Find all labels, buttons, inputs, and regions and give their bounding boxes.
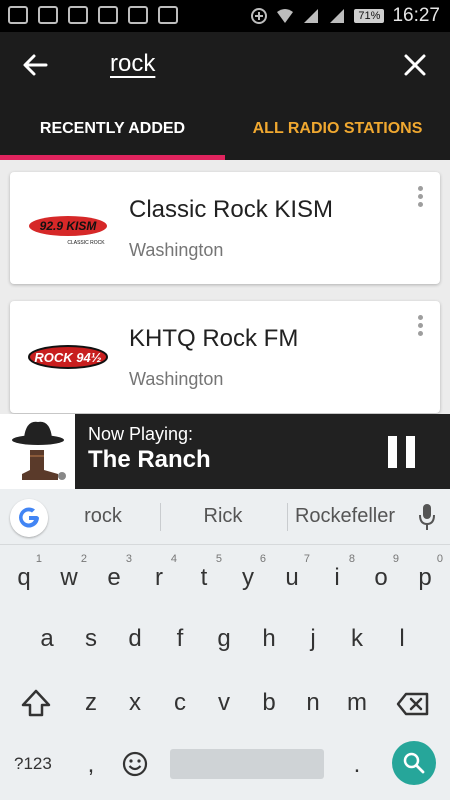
shift-icon[interactable] xyxy=(20,688,52,718)
key-k[interactable]: k xyxy=(335,617,379,661)
key-h[interactable]: h xyxy=(247,617,291,661)
station-card[interactable]: ROCK 94½ KHTQ Rock FM Washington xyxy=(10,301,440,413)
now-playing-bar[interactable]: Now Playing: The Ranch xyxy=(0,414,450,489)
email-icon xyxy=(8,6,28,24)
tab-bar: RECENTLY ADDED ALL RADIO STATIONS xyxy=(0,98,450,160)
key-l[interactable]: l xyxy=(380,617,424,661)
key-i[interactable]: i8 xyxy=(315,553,359,600)
signal-2-icon xyxy=(330,9,345,23)
more-options-icon[interactable] xyxy=(418,315,424,337)
mic-icon[interactable] xyxy=(418,503,436,531)
key-o[interactable]: o9 xyxy=(359,553,403,600)
now-playing-title: The Ranch xyxy=(88,446,211,473)
now-playing-label: Now Playing: xyxy=(88,424,194,444)
keyboard-search-button[interactable] xyxy=(392,741,436,785)
key-n[interactable]: n xyxy=(291,681,335,725)
suggestion-strip: rock Rick Rockefeller xyxy=(0,489,450,545)
station-logo-subtext: CLASSIC ROCK xyxy=(67,240,105,246)
key-q[interactable]: q1 xyxy=(2,553,46,600)
close-icon[interactable] xyxy=(400,50,430,80)
status-bar: 71% 16:27 xyxy=(0,0,450,32)
tab-recently-added[interactable]: RECENTLY ADDED xyxy=(0,98,225,160)
key-comma[interactable]: , xyxy=(69,743,113,787)
suggestion-divider xyxy=(287,503,288,531)
space-bar[interactable] xyxy=(170,749,324,779)
key-s[interactable]: s xyxy=(69,617,113,661)
google-icon[interactable] xyxy=(10,499,48,537)
station-list: 92.9 KISM CLASSIC ROCK Classic Rock KISM… xyxy=(0,160,450,414)
station-logo-text: 92.9 KISM xyxy=(40,219,98,233)
alert-icon xyxy=(38,6,58,24)
search-toolbar: rock xyxy=(0,32,450,98)
key-f[interactable]: f xyxy=(158,617,202,661)
key-x[interactable]: x xyxy=(113,681,157,725)
data-saver-icon xyxy=(251,8,268,24)
key-y[interactable]: y6 xyxy=(226,553,270,600)
station-location: Washington xyxy=(129,240,224,260)
backspace-icon[interactable] xyxy=(396,692,430,716)
key-p[interactable]: p0 xyxy=(403,553,447,600)
emoji-icon[interactable] xyxy=(122,751,148,777)
suggestion-item[interactable]: rock xyxy=(62,505,144,528)
key-m[interactable]: m xyxy=(335,681,379,725)
key-period[interactable]: . xyxy=(335,743,379,787)
key-j[interactable]: j xyxy=(291,617,335,661)
key-z[interactable]: z xyxy=(69,681,113,725)
image-icon xyxy=(98,6,118,24)
station-location: Washington xyxy=(129,369,224,389)
key-w[interactable]: w2 xyxy=(47,553,91,600)
station-logo: 92.9 KISM CLASSIC ROCK xyxy=(29,216,107,246)
key-r[interactable]: r4 xyxy=(137,553,181,600)
send-icon xyxy=(68,6,88,24)
key-e[interactable]: e3 xyxy=(92,553,136,600)
key-b[interactable]: b xyxy=(247,681,291,725)
clock: 16:27 xyxy=(392,5,440,26)
key-u[interactable]: u7 xyxy=(270,553,314,600)
station-card[interactable]: 92.9 KISM CLASSIC ROCK Classic Rock KISM… xyxy=(10,172,440,284)
search-input[interactable]: rock xyxy=(110,50,155,78)
battery-indicator: 71% xyxy=(354,9,385,23)
station-logo: ROCK 94½ xyxy=(28,345,108,369)
station-logo-text: ROCK 94½ xyxy=(34,350,101,365)
key-g[interactable]: g xyxy=(202,617,246,661)
suggestion-divider xyxy=(160,503,161,531)
station-name: Classic Rock KISM xyxy=(129,196,334,223)
key-t[interactable]: t5 xyxy=(182,553,226,600)
key-a[interactable]: a xyxy=(25,617,69,661)
keyboard: rock Rick Rockefeller q1 w2 e3 r4 t5 y6 … xyxy=(0,489,450,800)
key-v[interactable]: v xyxy=(202,681,246,725)
signal-icon xyxy=(304,9,319,23)
wifi-icon xyxy=(277,9,294,23)
cowboy-hat-icon xyxy=(0,414,75,489)
more-options-icon[interactable] xyxy=(418,186,424,208)
pause-icon[interactable] xyxy=(388,436,416,468)
search-icon xyxy=(403,752,425,774)
cleaner-icon xyxy=(158,6,178,24)
suggestion-item[interactable]: Rockefeller xyxy=(292,505,398,528)
back-arrow-icon[interactable] xyxy=(20,50,50,80)
app-icon xyxy=(128,6,148,24)
key-c[interactable]: c xyxy=(158,681,202,725)
suggestion-item[interactable]: Rick xyxy=(176,505,270,528)
station-name: KHTQ Rock FM xyxy=(129,325,299,352)
tab-all-radio-stations[interactable]: ALL RADIO STATIONS xyxy=(225,98,450,160)
key-d[interactable]: d xyxy=(113,617,157,661)
symbols-key[interactable]: ?123 xyxy=(14,754,52,774)
